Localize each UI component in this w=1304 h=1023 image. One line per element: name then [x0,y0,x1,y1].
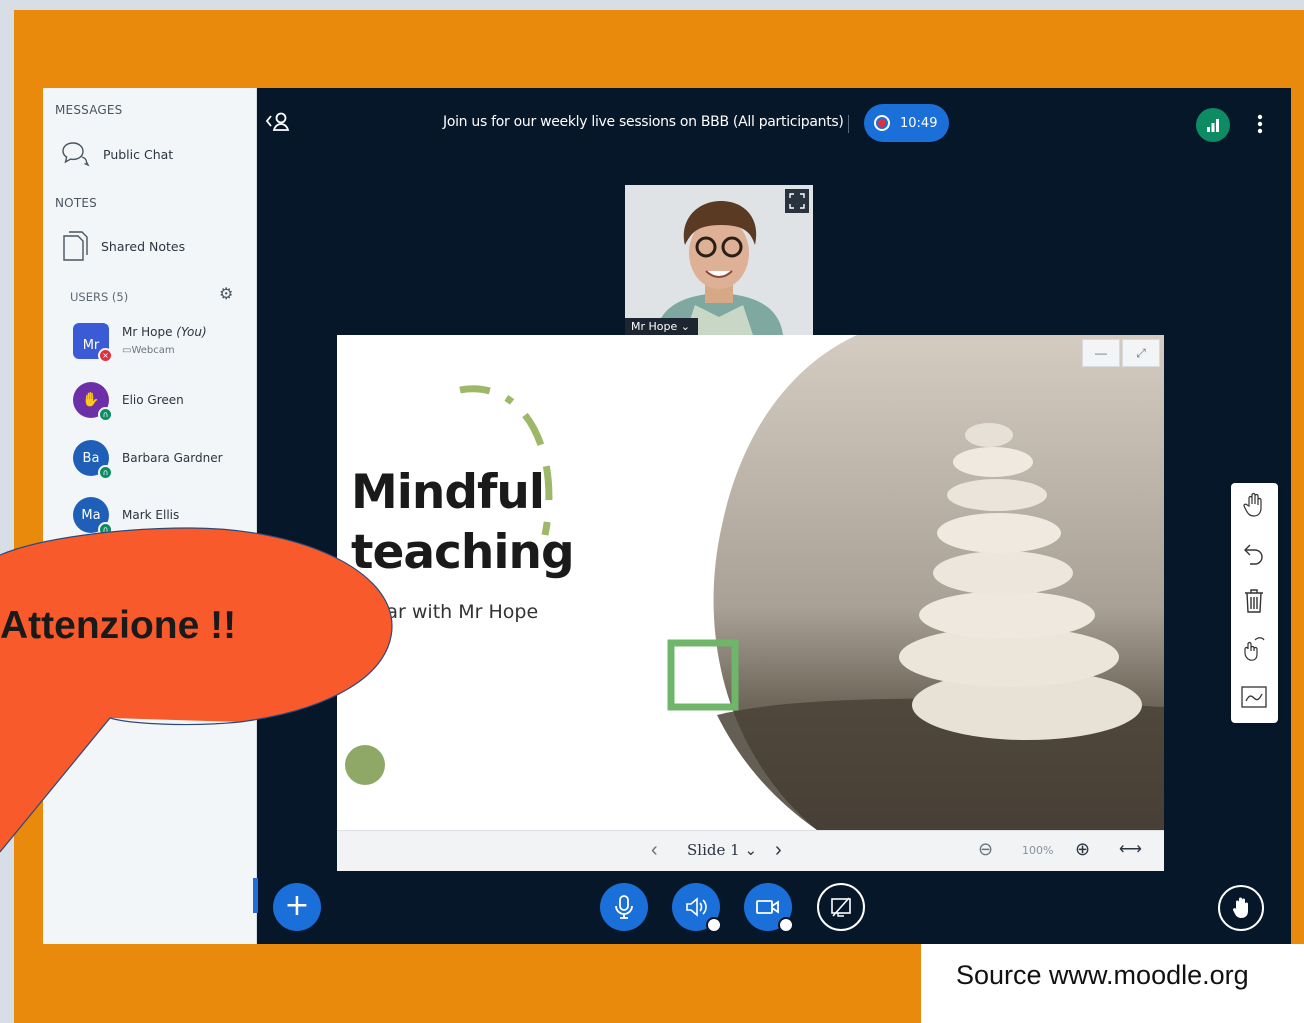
public-chat-item[interactable]: Public Chat [61,140,173,168]
avatar: Ma ∩ [73,497,113,537]
speaker-icon [686,897,707,917]
presentation-toolbar: ‹ Slide 1 ⌄ › ⊖ 100% ⊕ ⟷ [337,830,1164,871]
user-list-toggle-icon[interactable] [264,110,292,134]
slide-select[interactable]: Slide 1 ⌄ [687,841,757,859]
user-name: Mr Hope [122,324,173,339]
user-list-item[interactable]: Mr ⨯ Mr Hope (You) ▭Webcam [73,323,207,363]
source-caption-box: Source www.moodle.org [921,944,1304,1023]
camera-icon [756,900,779,914]
slide-controls: — ⤢ [1082,339,1160,367]
webcam-name-label[interactable]: Mr Hope ⌄ [625,318,698,335]
notes-section-title: NOTES [55,196,97,210]
fullscreen-icon[interactable]: ⤢ [1122,339,1160,367]
chat-icon [62,142,90,167]
avatar: Ba ∩ [73,440,113,480]
webcam-video[interactable]: Mr Hope ⌄ [625,185,813,335]
zoom-in-icon[interactable]: ⊕ [1075,839,1090,860]
zoom-out-icon[interactable]: ⊖ [978,839,993,860]
headset-icon: ∩ [98,465,113,480]
avatar-initials: Mr [82,337,100,353]
raise-hand-button[interactable] [1218,885,1264,931]
camera-button[interactable] [744,883,794,933]
webcam-status: ▭Webcam [122,344,175,356]
shared-notes-item[interactable]: Shared Notes [61,230,185,262]
callout-text: Attenzione !! [0,604,237,647]
you-tag: (You) [176,324,207,339]
fullscreen-icon[interactable] [785,189,809,213]
avatar: ✋ ∩ [73,382,113,422]
muted-mic-icon: ⨯ [98,348,113,363]
meeting-title: Join us for our weekly live sessions on … [443,114,844,130]
actions-plus-button[interactable]: + [273,883,321,931]
messages-section-title: MESSAGES [55,103,123,117]
headset-icon: ∩ [98,407,113,422]
user-name-block: Mr Hope (You) ▭Webcam [122,324,207,359]
presentation-slide[interactable]: Mindful teaching binar with Mr Hope — ⤢ [337,335,1164,870]
undo-icon[interactable] [1239,535,1269,571]
gear-icon[interactable]: ⚙ [219,284,233,304]
user-name: Mark Ellis [122,507,180,522]
avatar: Mr ⨯ [73,323,113,363]
slide-title: Mindful teaching [351,465,575,580]
topbar-divider [848,115,849,133]
sidebar-collapse-tab[interactable] [253,878,258,913]
trash-icon[interactable] [1239,583,1269,619]
avatar-initials: Ba [82,450,100,466]
user-list-item[interactable]: Ma ∩ Mark Ellis [73,497,180,537]
notes-icon [63,231,88,261]
source-caption: Source www.moodle.org [956,960,1249,990]
shared-notes-label: Shared Notes [101,238,186,254]
microphone-icon [615,895,633,919]
microphone-button[interactable] [600,883,648,931]
raise-hand-icon [1232,897,1248,918]
options-menu-icon[interactable] [1249,110,1271,138]
user-list-item[interactable]: Ba ∩ Barbara Gardner [73,440,223,480]
screen-share-button[interactable] [817,883,865,931]
recording-time: 10:49 [900,115,938,131]
raised-hand-icon: ✋ [82,392,100,408]
avatar-initials: Ma [81,507,101,523]
camera-options-icon[interactable] [778,917,794,933]
user-list-item[interactable]: ✋ ∩ Elio Green [73,382,184,422]
connection-status-icon[interactable] [1196,108,1230,142]
recording-indicator[interactable]: 10:49 [864,104,949,142]
previous-slide-icon[interactable]: ‹ [651,839,658,862]
record-icon [874,115,890,131]
screen-share-off-icon [831,897,851,917]
pan-hand-icon[interactable] [1239,487,1269,523]
next-slide-icon[interactable]: › [775,839,782,862]
audio-button[interactable] [672,883,722,933]
sidebar: MESSAGES Public Chat NOTES Shared Notes … [43,88,257,944]
slide-subtitle: binar with Mr Hope [357,601,539,623]
users-section-title: USERS (5) [70,290,129,304]
pencil-tool-icon[interactable] [1239,679,1269,715]
user-name: Elio Green [122,392,184,407]
fit-to-width-icon[interactable]: ⟷ [1119,839,1142,859]
headset-icon: ∩ [98,522,113,537]
public-chat-label: Public Chat [103,146,174,162]
whiteboard-toolbar [1231,483,1278,723]
bbb-app-window: MESSAGES Public Chat NOTES Shared Notes … [43,88,1291,944]
multi-user-pointer-icon[interactable] [1239,631,1269,667]
minimize-icon[interactable]: — [1082,339,1120,367]
user-name: Barbara Gardner [122,450,223,465]
audio-options-icon[interactable] [706,917,722,933]
zoom-level: 100% [1022,844,1054,857]
